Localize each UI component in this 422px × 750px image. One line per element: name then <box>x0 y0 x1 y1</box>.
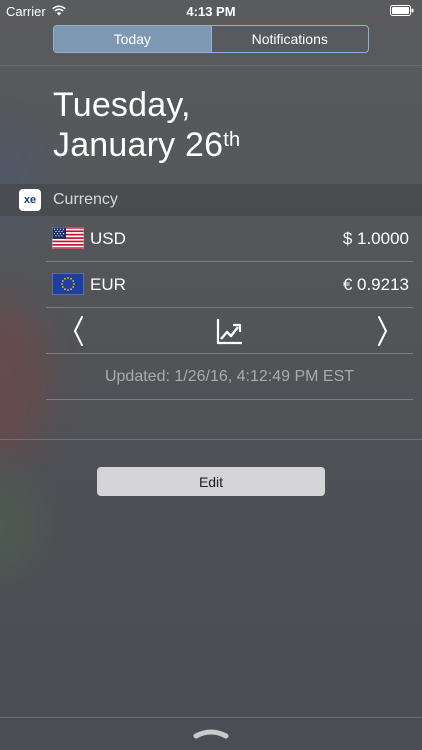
status-time: 4:13 PM <box>186 4 236 19</box>
us-flag-icon <box>52 227 84 249</box>
date-ordinal-suffix: th <box>223 128 241 151</box>
chevron-right-icon[interactable] <box>373 314 393 348</box>
date-weekday: Tuesday, <box>53 86 191 124</box>
divider <box>0 65 422 66</box>
currency-value: € 0.9213 <box>342 275 409 294</box>
today-notifications-tabs: Today Notifications <box>53 25 369 53</box>
updated-row: Updated: 1/26/16, 4:12:49 PM EST <box>46 354 413 400</box>
xe-logo: xe <box>19 189 41 211</box>
eu-flag-icon <box>52 273 84 295</box>
battery-icon <box>390 5 414 16</box>
tab-today[interactable]: Today <box>54 26 211 52</box>
currency-code: USD <box>90 229 126 248</box>
grabber-icon[interactable] <box>193 726 229 740</box>
edit-button[interactable]: Edit <box>97 467 325 496</box>
date-month-day: January 26th <box>53 126 240 165</box>
updated-timestamp: Updated: 1/26/16, 4:12:49 PM EST <box>104 368 355 385</box>
date-month-day-text: January 26 <box>53 126 224 164</box>
currency-value: $ 1.0000 <box>342 229 409 248</box>
background-blur <box>0 300 50 460</box>
background-blur <box>0 470 40 580</box>
widget-title: Currency <box>53 191 118 208</box>
widget-nav-row <box>46 308 413 354</box>
background-blur <box>0 120 50 240</box>
rate-row-eur[interactable]: EUR € 0.9213 <box>46 262 413 308</box>
status-bar: Carrier 4:13 PM <box>0 0 422 22</box>
currency-code: EUR <box>90 275 126 294</box>
chevron-left-icon[interactable] <box>68 314 88 348</box>
currency-widget-header[interactable]: xe Currency <box>0 184 422 216</box>
divider <box>0 717 422 718</box>
chart-icon[interactable] <box>216 317 244 345</box>
rate-row-usd[interactable]: USD $ 1.0000 <box>46 216 413 262</box>
tab-notifications[interactable]: Notifications <box>210 26 369 52</box>
divider <box>0 439 422 440</box>
